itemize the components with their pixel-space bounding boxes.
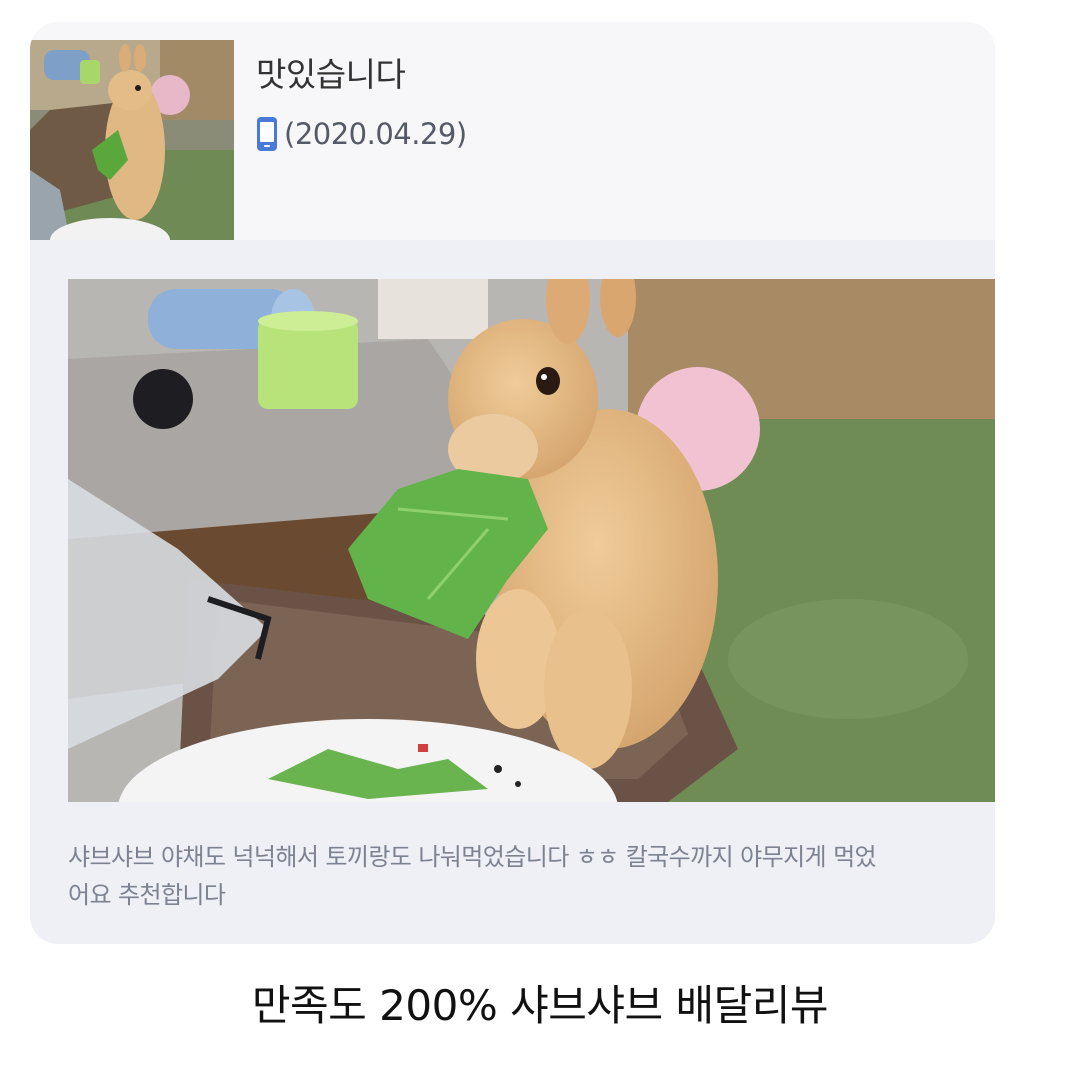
review-thumbnail[interactable] [30,40,234,240]
review-card: 맛있습니다 (2020.04.29) 샤브샤브 야채도 넉넉해서 토끼랑도 나눠… [30,22,995,944]
review-photo[interactable] [68,279,995,802]
review-body: 샤브샤브 야채도 넉넉해서 토끼랑도 나눠먹었습니다 ㅎㅎ 칼국수까지 야무지게… [68,843,877,909]
review-header: 맛있습니다 (2020.04.29) [30,22,995,240]
review-title: 맛있습니다 [256,55,406,94]
review-meta: (2020.04.29) [256,116,467,152]
phone-icon [257,117,277,151]
page-caption: 만족도 200% 샤브샤브 배달리뷰 [251,981,829,1030]
review-date: (2020.04.29) [284,117,467,151]
